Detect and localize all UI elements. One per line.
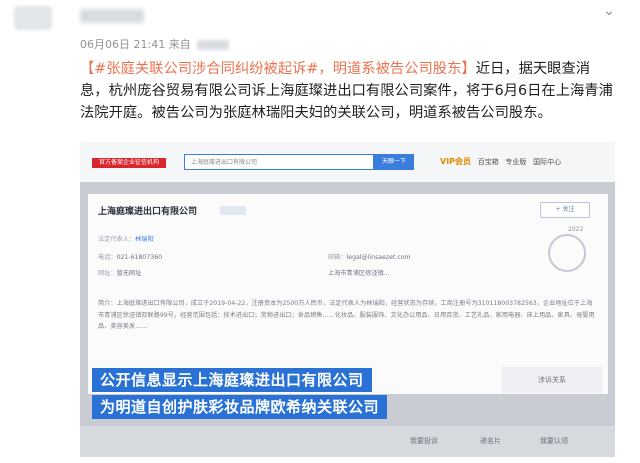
post-source-blurred bbox=[197, 40, 230, 50]
legal-rep-label: 法定代表人： bbox=[98, 236, 136, 243]
caption-line-1: 公开信息显示上海庭璨进出口有限公司 bbox=[92, 368, 372, 392]
email-label: 邮箱： bbox=[328, 254, 347, 261]
chevron-down-icon[interactable]: ⌄ bbox=[600, 2, 618, 20]
card-link: 递名片 bbox=[480, 437, 501, 445]
screenshot-search-input: 上海庭璨进出口有限公司 bbox=[184, 154, 374, 170]
nav-item: 百宝箱 bbox=[477, 158, 499, 166]
nav-item: 专业版 bbox=[505, 158, 527, 166]
post-timestamp: 06月06日 21:41 bbox=[80, 38, 166, 51]
email-value: legal@linsaezet.com bbox=[346, 254, 411, 261]
embedded-screenshot[interactable]: 官方备案企业征信机构 上海庭璨进出口有限公司 天眼一下 VIP会员 百宝箱 专业… bbox=[80, 142, 615, 457]
nav-item: 国际中心 bbox=[533, 158, 562, 166]
post-topic-hashtag[interactable]: 【#张庭关联公司涉合同纠纷被起诉#，明道系被告公司股东】 bbox=[80, 61, 476, 77]
post-meta: 06月06日 21:41 来自 bbox=[80, 36, 230, 52]
post-text: 【#张庭关联公司涉合同纠纷被起诉#，明道系被告公司股东】近日，据天眼查消息，杭州… bbox=[80, 58, 615, 124]
legal-rep-value: 林瑞阳 bbox=[135, 236, 154, 243]
screenshot-header: 官方备案企业征信机构 上海庭璨进出口有限公司 天眼一下 VIP会员 百宝箱 专业… bbox=[80, 142, 615, 182]
website-row: 网址：暂无网址 bbox=[98, 268, 141, 277]
company-card: 上海庭璨进出口有限公司 + 关注 2022 法定代表人：林瑞阳 电话：021-6… bbox=[88, 194, 608, 394]
company-description: 简介：上海庭璨进出口有限公司，成立于2019-04-22，注册资本为2500万人… bbox=[98, 300, 595, 330]
year-label: 2022 bbox=[568, 226, 584, 233]
claim-link: 我要认领 bbox=[540, 437, 568, 445]
screenshot-nav: VIP会员 百宝箱 专业版 国际中心 bbox=[440, 156, 561, 167]
phone-label: 电话： bbox=[98, 254, 117, 261]
screenshot-footer: 我要投诉 递名片 我要认领 bbox=[80, 426, 615, 457]
post-source-label: 来自 bbox=[168, 38, 191, 51]
email-row: 邮箱：legal@linsaezet.com bbox=[328, 252, 411, 261]
phone-row: 电话：021-61807360 bbox=[98, 252, 162, 261]
phone-value: 021-61807360 bbox=[116, 254, 163, 261]
screenshot-search-button: 天眼一下 bbox=[374, 154, 414, 170]
complaint-link: 我要投诉 bbox=[410, 437, 438, 445]
caption-line-2: 为明道自创护肤彩妆品牌欧希纳关联公司 bbox=[92, 395, 388, 419]
username-blurred[interactable] bbox=[80, 9, 144, 23]
vip-label: VIP会员 bbox=[440, 157, 472, 166]
user-avatar[interactable] bbox=[14, 6, 52, 30]
company-seal-icon bbox=[548, 234, 586, 272]
litigation-box: 涉诉关系 bbox=[502, 367, 602, 393]
website-label: 网址： bbox=[98, 270, 117, 277]
follow-button: + 关注 bbox=[540, 202, 590, 218]
address-row: 上海市青浦区徐泾镇… bbox=[328, 268, 390, 277]
weibo-post-card: ⌄ 06月06日 21:41 来自 【#张庭关联公司涉合同纠纷被起诉#，明道系被… bbox=[0, 0, 640, 463]
website-value: 暂无网址 bbox=[116, 270, 142, 277]
company-name: 上海庭璨进出口有限公司 bbox=[98, 207, 198, 217]
site-logo: 官方备案企业征信机构 bbox=[92, 158, 166, 168]
address-value: 上海市青浦区徐泾镇… bbox=[328, 270, 390, 277]
status-badge bbox=[220, 206, 246, 215]
legal-rep-row: 法定代表人：林瑞阳 bbox=[98, 234, 154, 243]
